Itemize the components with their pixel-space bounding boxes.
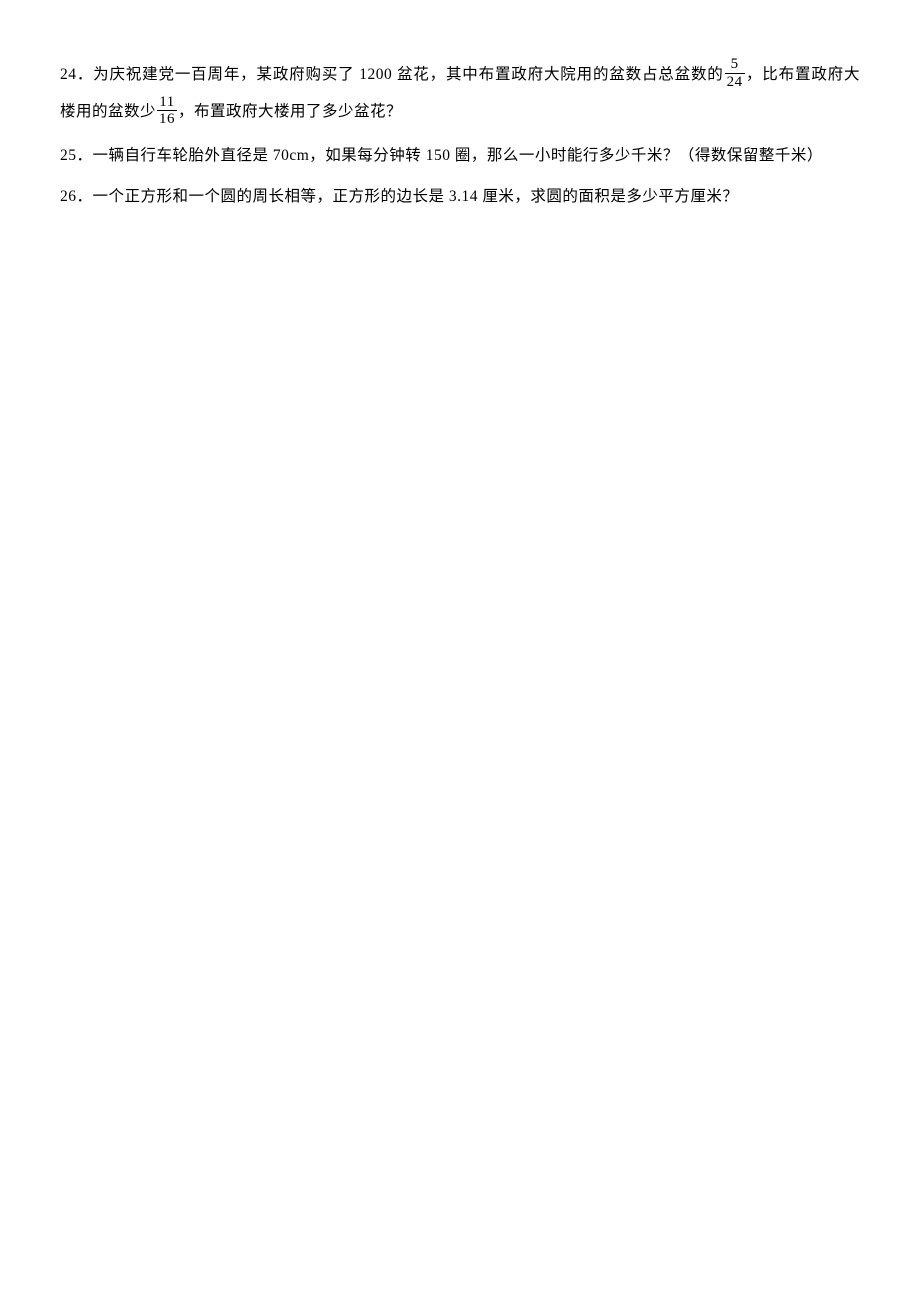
- fraction-11-16: 1116: [157, 94, 177, 128]
- question-25-text: ．一辆自行车轮胎外直径是 70cm，如果每分钟转 150 圈，那么一小时能行多少…: [77, 147, 823, 164]
- fraction-numerator: 5: [725, 56, 745, 74]
- question-24: 24．为庆祝建党一百周年，某政府购买了 1200 盆花，其中布置政府大院用的盆数…: [60, 56, 860, 130]
- fraction-numerator: 11: [157, 94, 177, 112]
- question-number-26: 26: [60, 188, 77, 205]
- question-26: 26．一个正方形和一个圆的周长相等，正方形的边长是 3.14 厘米，求圆的面积是…: [60, 181, 860, 212]
- question-number-24: 24: [60, 66, 77, 83]
- fraction-5-24: 524: [725, 56, 745, 90]
- fraction-denominator: 24: [725, 74, 745, 91]
- question-24-text-3: ，布置政府大楼用了多少盆花？: [178, 103, 402, 120]
- question-25: 25．一辆自行车轮胎外直径是 70cm，如果每分钟转 150 圈，那么一小时能行…: [60, 140, 860, 171]
- fraction-denominator: 16: [157, 111, 177, 128]
- question-26-text: ．一个正方形和一个圆的周长相等，正方形的边长是 3.14 厘米，求圆的面积是多少…: [77, 188, 739, 205]
- question-number-25: 25: [60, 147, 77, 164]
- question-24-text-1: ．为庆祝建党一百周年，某政府购买了 1200 盆花，其中布置政府大院用的盆数占总…: [77, 66, 724, 83]
